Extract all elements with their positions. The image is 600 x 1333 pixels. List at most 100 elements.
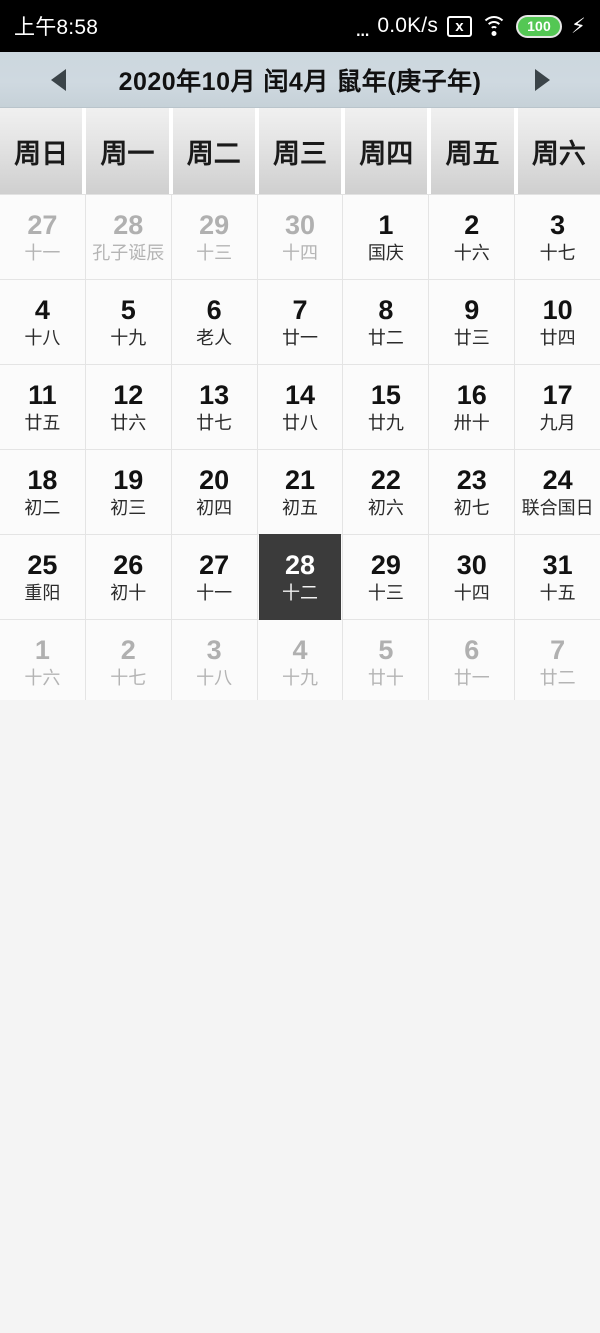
lunar-or-festival-label: 廿四 (539, 328, 576, 349)
calendar-day-cell[interactable]: 26 初十 (85, 535, 172, 619)
calendar-day-cell[interactable]: 19 初三 (85, 450, 172, 534)
calendar-day-cell[interactable]: 8 廿二 (343, 280, 430, 364)
lunar-or-festival-label: 十九 (282, 668, 318, 689)
calendar-day-cell[interactable]: 30 十四 (429, 535, 516, 619)
day-number: 6 (464, 634, 480, 665)
calendar-day-cell[interactable]: 27 十一 (171, 535, 258, 619)
lunar-or-festival-label: 廿二 (539, 668, 576, 689)
calendar-day-cell[interactable]: 2 十七 (85, 620, 172, 704)
calendar-day-cell[interactable]: 6 老人 (171, 280, 258, 364)
calendar-day-cell[interactable]: 1 十六 (0, 620, 86, 704)
lunar-or-festival-label: 廿六 (110, 413, 147, 434)
day-number: 14 (284, 379, 316, 410)
calendar-day-cell[interactable]: 30 十四 (257, 195, 344, 279)
calendar-day-cell[interactable]: 29 十三 (343, 535, 430, 619)
lunar-or-festival-label: 廿五 (24, 413, 61, 434)
lunar-or-festival-label: 十八 (196, 668, 233, 689)
weekday-header-6: 周六 (517, 108, 600, 194)
day-number: 27 (199, 549, 230, 580)
calendar-day-cell[interactable]: 16 卅十 (429, 365, 516, 449)
day-number: 1 (378, 209, 394, 240)
day-number: 18 (27, 464, 58, 495)
calendar-day-cell[interactable]: 7 廿二 (515, 620, 600, 704)
calendar-day-cell[interactable]: 11 廿五 (0, 365, 86, 449)
wifi-icon (481, 16, 508, 36)
lunar-or-festival-label: 廿一 (282, 328, 318, 349)
calendar-day-cell[interactable]: 9 廿三 (429, 280, 516, 364)
day-number: 11 (28, 379, 57, 410)
calendar-day-cell[interactable]: 6 廿一 (429, 620, 516, 704)
calendar-day-cell[interactable]: 3 十七 (515, 195, 600, 279)
calendar-day-cell[interactable]: 5 十九 (85, 280, 172, 364)
calendar-day-cell[interactable]: 10 廿四 (515, 280, 600, 364)
lunar-or-festival-label: 十七 (110, 668, 147, 689)
calendar-day-cell[interactable]: 29 十三 (171, 195, 258, 279)
lunar-or-festival-label: 重阳 (24, 583, 61, 604)
day-number: 17 (542, 379, 573, 410)
calendar-day-cell[interactable]: 27 十一 (0, 195, 86, 279)
day-number: 3 (550, 209, 566, 240)
day-number: 1 (34, 634, 50, 665)
calendar-app-screen: 上午8:58 ... 0.0K/s x 100 ⚡ 2020年10月 闰4月 鼠… (0, 0, 600, 1333)
charging-bolt-icon: ⚡ (571, 14, 586, 38)
calendar-day-cell[interactable]: 4 十九 (257, 620, 344, 704)
calendar-day-cell[interactable]: 13 廿七 (171, 365, 258, 449)
calendar-day-cell[interactable]: 28 孔子诞辰 (85, 195, 172, 279)
calendar-day-cell[interactable]: 24 联合国日 (515, 450, 600, 534)
calendar-week-row: 25 重阳 26 初十 27 十一 28 十二 29 十三 30 十四 31 十五 (0, 534, 600, 620)
day-number: 22 (370, 464, 401, 495)
weekday-header-0: 周日 (0, 108, 83, 194)
calendar-day-cell[interactable]: 25 重阳 (0, 535, 86, 619)
calendar-day-cell[interactable]: 20 初四 (171, 450, 258, 534)
calendar-grid: 27 十一 28 孔子诞辰 29 十三 30 十四 1 国庆 2 十六 3 十七 4 十八 5 十九 6 老人 7 廿一 8… (0, 194, 600, 705)
lunar-or-festival-label: 十二 (282, 583, 318, 604)
calendar-day-cell[interactable]: 22 初六 (343, 450, 430, 534)
battery-indicator: 100 (516, 14, 563, 38)
day-number: 5 (120, 294, 136, 325)
weekday-header-4: 周四 (345, 108, 428, 194)
lunar-or-festival-label: 十八 (24, 328, 61, 349)
day-number: 6 (206, 294, 222, 325)
lunar-or-festival-label: 十九 (110, 328, 147, 349)
calendar-day-cell[interactable]: 18 初二 (0, 450, 86, 534)
calendar-day-cell[interactable]: 7 廿一 (257, 280, 344, 364)
lunar-or-festival-label: 十三 (196, 243, 233, 264)
day-number: 13 (199, 379, 230, 410)
calendar-week-row: 18 初二 19 初三 20 初四 21 初五 22 初六 23 初七 24 联合国日 (0, 450, 600, 535)
day-number: 16 (456, 379, 487, 410)
lunar-or-festival-label: 廿二 (367, 328, 404, 349)
calendar-day-cell[interactable]: 23 初七 (429, 450, 516, 534)
day-number: 12 (113, 379, 144, 410)
day-number: 30 (456, 549, 487, 580)
day-number: 25 (27, 549, 58, 580)
calendar-day-cell[interactable]: 4 十八 (0, 280, 86, 364)
day-number: 29 (370, 549, 401, 580)
next-month-button[interactable] (506, 52, 578, 107)
calendar-day-cell[interactable]: 14 廿八 (257, 365, 344, 449)
calendar-day-cell[interactable]: 12 廿六 (85, 365, 172, 449)
no-sim-icon: x (447, 15, 473, 37)
selected-day-highlight: 28 十二 (258, 534, 342, 620)
lunar-or-festival-label: 十五 (539, 583, 576, 604)
lunar-or-festival-label: 老人 (196, 328, 233, 349)
day-number: 9 (464, 294, 480, 325)
previous-month-button[interactable] (22, 52, 94, 107)
calendar-day-cell[interactable]: 31 十五 (515, 535, 600, 619)
calendar-week-row: 11 廿五 12 廿六 13 廿七 14 廿八 15 廿九 16 卅十 17 九月 (0, 365, 600, 450)
calendar-day-cell[interactable]: 5 廿十 (343, 620, 430, 704)
page-title: 2020年10月 闰4月 鼠年(庚子年) (118, 67, 482, 96)
calendar-day-cell[interactable]: 3 十八 (171, 620, 258, 704)
lunar-or-festival-label: 卅十 (453, 413, 490, 434)
calendar-day-cell[interactable]: 1 国庆 (343, 195, 430, 279)
calendar-day-cell[interactable]: 2 十六 (429, 195, 516, 279)
lunar-or-festival-label: 廿十 (367, 668, 404, 689)
calendar-day-cell[interactable]: 15 廿九 (343, 365, 430, 449)
status-icons: ... 0.0K/s x 100 ⚡ (355, 14, 586, 39)
lunar-or-festival-label: 十四 (282, 243, 318, 264)
calendar-day-cell[interactable]: 17 九月 (515, 365, 600, 449)
day-number: 15 (370, 379, 401, 410)
calendar-day-cell[interactable]: 28 十二 (258, 534, 344, 620)
lunar-or-festival-label: 十六 (24, 668, 61, 689)
day-number: 5 (378, 634, 394, 665)
calendar-day-cell[interactable]: 21 初五 (257, 450, 344, 534)
